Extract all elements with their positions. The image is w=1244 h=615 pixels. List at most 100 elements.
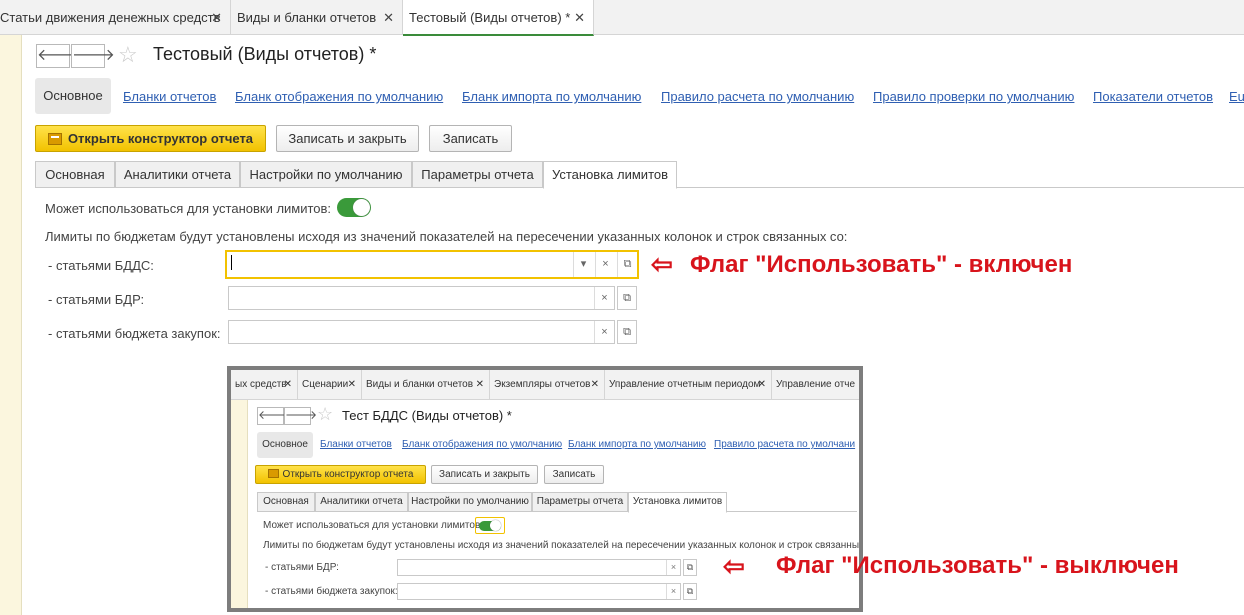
clear-icon[interactable]: × xyxy=(594,321,614,343)
tab-label: Виды и бланки отчетов xyxy=(366,379,474,390)
forward-button[interactable]: 🡒 xyxy=(71,44,115,68)
button-label: Открыть конструктор отчета xyxy=(282,469,414,480)
purchase-budget-items-label: - статьями бюджета закупок: xyxy=(48,326,221,341)
open-icon[interactable]: ⧉ xyxy=(617,286,637,310)
save-button[interactable]: Записать xyxy=(429,125,512,152)
inset-section-main: Основное xyxy=(257,432,313,458)
limits-description: Лимиты по бюджетам будут установлены исх… xyxy=(45,229,848,244)
tab-label: ых средств xyxy=(235,379,287,390)
tab-cash-flow-items[interactable]: Статьи движения денежных средств ✕ xyxy=(0,0,231,35)
save-and-close-button[interactable]: Записать и закрыть xyxy=(276,125,419,152)
inset-left-strip xyxy=(231,400,248,608)
inset-star-icon: ☆ xyxy=(317,404,334,424)
inset-toggle xyxy=(475,517,505,534)
purchase-budget-items-field[interactable]: × xyxy=(228,320,615,344)
link-default-check-rule[interactable]: Правило проверки по умолчанию xyxy=(873,89,1074,104)
page-title: Тестовый (Виды отчетов) * xyxy=(153,44,377,64)
tab-report-analytics[interactable]: Аналитики отчета xyxy=(115,161,240,188)
use-for-limits-label: Может использоваться для установки лимит… xyxy=(45,201,332,216)
clear-icon: × xyxy=(666,584,680,599)
tab-set-limits[interactable]: Установка лимитов xyxy=(543,161,677,189)
toggle-knob xyxy=(353,199,370,216)
favorite-star-icon[interactable]: ☆ xyxy=(118,42,138,68)
open-report-designer-button[interactable]: Открыть конструктор отчета xyxy=(35,125,266,152)
arrow-left-icon: ⇦ xyxy=(651,249,673,279)
tab-main[interactable]: Основная xyxy=(35,161,115,188)
inset-tab: Экземпляры отчетов ✕ xyxy=(490,370,605,400)
toggle-knob xyxy=(490,520,501,531)
tab-test-report-type[interactable]: Тестовый (Виды отчетов) * ✕ xyxy=(403,0,594,36)
toggle-track xyxy=(479,520,501,531)
open-icon[interactable]: ⧉ xyxy=(617,320,637,344)
tab-label: Виды и бланки отчетов xyxy=(237,10,377,25)
tab-label: Управление отче xyxy=(776,379,856,390)
inset-title: Тест БДДС (Виды отчетов) * xyxy=(342,408,512,423)
pnl-items-label: - статьями БДР: xyxy=(48,292,145,307)
clear-icon[interactable]: × xyxy=(595,252,615,277)
inset-tab: Управление отче xyxy=(772,370,859,400)
pnl-items-field[interactable]: × xyxy=(228,286,615,310)
close-icon: ✕ xyxy=(590,379,599,390)
inset-tab: Виды и бланки отчетов ✕ xyxy=(362,370,490,400)
annotation-flag-off: Флаг "Использовать" - выключен xyxy=(776,552,1179,579)
link-default-calc-rule[interactable]: Правило расчета по умолчанию xyxy=(661,89,854,104)
tab-label: Статьи движения денежных средств xyxy=(0,10,221,25)
close-icon: ✕ xyxy=(757,379,766,390)
close-icon[interactable]: ✕ xyxy=(211,0,222,35)
link-default-import-blank[interactable]: Бланк импорта по умолчанию xyxy=(462,89,641,104)
inset-tab-main: Основная xyxy=(257,492,315,512)
inset-toggle-label: Может использоваться для установки лимит… xyxy=(263,520,484,531)
inset-link: Правило расчета по умолчани xyxy=(714,439,856,450)
inset-back-icon: 🡐 xyxy=(257,407,290,425)
tab-label: Управление отчетным периодом xyxy=(609,379,761,390)
inset-open-designer-button: Открыть конструктор отчета xyxy=(255,465,426,484)
inset-pnl-label: - статьями БДР: xyxy=(265,562,339,573)
open-icon: ⧉ xyxy=(683,583,697,600)
inset-save-close-button: Записать и закрыть xyxy=(431,465,538,484)
inset-tab: Управление отчетным периодом ✕ xyxy=(605,370,772,400)
inset-tab-params: Параметры отчета xyxy=(532,492,628,512)
section-main[interactable]: Основное xyxy=(35,78,111,114)
inset-save-button: Записать xyxy=(544,465,604,484)
inset-tab-limits: Установка лимитов xyxy=(628,492,727,513)
inset-tab: ых средств ✕ xyxy=(231,370,298,400)
use-for-limits-toggle[interactable] xyxy=(337,198,371,217)
close-icon[interactable]: ✕ xyxy=(383,0,394,35)
close-icon: ✕ xyxy=(475,379,484,390)
inset-purchase-field: × xyxy=(397,583,681,600)
link-report-blanks[interactable]: Бланки отчетов xyxy=(123,89,216,104)
dropdown-icon[interactable]: ▾ xyxy=(573,252,593,277)
inset-purchase-label: - статьями бюджета закупок: xyxy=(265,586,398,597)
back-button[interactable]: 🡐 xyxy=(36,44,80,68)
inset-link: Бланки отчетов xyxy=(320,439,392,450)
inset-tab-analytics: Аналитики отчета xyxy=(315,492,408,512)
tab-label: Тестовый (Виды отчетов) * xyxy=(409,10,571,25)
text-cursor xyxy=(231,255,232,270)
inset-link: Бланк отображения по умолчанию xyxy=(402,439,563,450)
inset-tab-defaults: Настройки по умолчанию xyxy=(408,492,532,512)
tab-label: Экземпляры отчетов xyxy=(494,379,591,390)
close-icon[interactable]: ✕ xyxy=(574,0,585,34)
clear-icon[interactable]: × xyxy=(594,287,614,309)
tab-default-settings[interactable]: Настройки по умолчанию xyxy=(240,161,412,188)
open-icon[interactable]: ⧉ xyxy=(617,252,637,277)
cash-flow-items-field[interactable]: ▾ × ⧉ xyxy=(225,250,639,279)
arrow-left-icon: ⇦ xyxy=(723,551,745,581)
link-more-truncated[interactable]: Eu xyxy=(1229,89,1244,104)
left-panel-strip xyxy=(0,35,22,615)
inset-screenshot: ых средств ✕ Сценарии ✕ Виды и бланки отче… xyxy=(227,366,863,612)
tab-report-types[interactable]: Виды и бланки отчетов ✕ xyxy=(231,0,403,35)
designer-icon xyxy=(267,469,279,478)
clear-icon: × xyxy=(666,560,680,575)
inset-tab-bar: ых средств ✕ Сценарии ✕ Виды и бланки отче… xyxy=(231,370,859,400)
inset-pnl-field: × xyxy=(397,559,681,576)
close-icon: ✕ xyxy=(347,379,356,390)
tab-report-parameters[interactable]: Параметры отчета xyxy=(412,161,543,188)
designer-icon xyxy=(47,133,62,145)
inset-forward-icon: 🡒 xyxy=(284,407,317,425)
link-report-indicators[interactable]: Показатели отчетов xyxy=(1093,89,1213,104)
open-icon: ⧉ xyxy=(683,559,697,576)
link-default-display-blank[interactable]: Бланк отображения по умолчанию xyxy=(235,89,443,104)
inset-description: Лимиты по бюджетам будут установлены исх… xyxy=(263,540,863,551)
window-tab-bar: Статьи движения денежных средств ✕ Виды … xyxy=(0,0,1244,36)
